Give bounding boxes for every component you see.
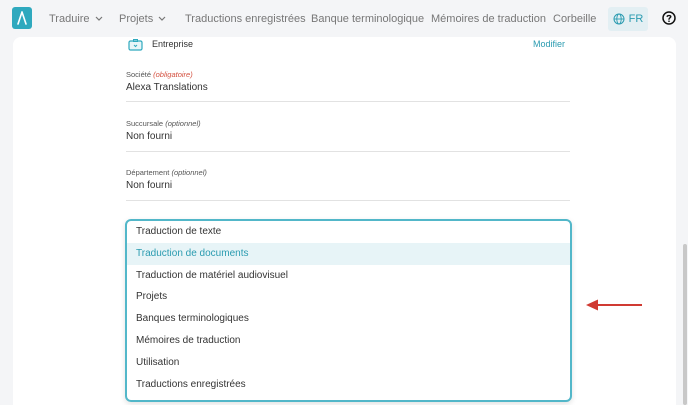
nav-item-label: Traduire bbox=[49, 12, 90, 25]
optional-tag: (optionnel) bbox=[171, 168, 207, 177]
nav-item-traductions-enregistrees[interactable]: Traductions enregistrées bbox=[185, 0, 306, 37]
logo-icon bbox=[17, 11, 27, 25]
section-title: Entreprise bbox=[152, 39, 194, 49]
field-label-text: Département bbox=[126, 168, 170, 177]
annotation-arrow-icon bbox=[586, 299, 642, 311]
company-field-value[interactable]: Alexa Translations bbox=[126, 82, 208, 93]
dropdown-option[interactable]: Projets bbox=[127, 286, 570, 308]
optional-tag: (optionnel) bbox=[165, 119, 201, 128]
help-button[interactable] bbox=[662, 11, 676, 25]
branch-field-label: Succursale (optionnel) bbox=[126, 119, 201, 128]
company-icon bbox=[128, 39, 143, 51]
app-logo[interactable] bbox=[12, 7, 32, 29]
nav-item-label: Corbeille bbox=[553, 12, 597, 25]
dropdown-option[interactable]: Traduction de texte bbox=[127, 221, 570, 243]
help-icon bbox=[662, 11, 676, 25]
field-label-text: Succursale bbox=[126, 119, 164, 128]
field-divider bbox=[126, 151, 570, 152]
dropdown-option[interactable]: Traduction de matériel audiovisuel bbox=[127, 265, 570, 287]
language-code: FR bbox=[628, 13, 644, 25]
dropdown-option-highlighted[interactable]: Traduction de documents bbox=[127, 242, 570, 265]
dropdown-option[interactable]: Traductions enregistrées bbox=[127, 374, 570, 396]
nav-item-memoires-de-traduction[interactable]: Mémoires de traduction bbox=[431, 0, 546, 37]
field-label-text: Société bbox=[126, 70, 152, 79]
scrollbar[interactable] bbox=[683, 244, 687, 405]
nav-item-label: Banque terminologique bbox=[311, 12, 425, 25]
globe-icon bbox=[613, 13, 625, 25]
required-tag: (obligatoire) bbox=[153, 70, 193, 79]
nav-item-corbeille[interactable]: Corbeille bbox=[553, 0, 596, 37]
department-field-label: Département (optionnel) bbox=[126, 168, 207, 177]
nav-item-projets[interactable]: Projets bbox=[119, 0, 166, 37]
language-selector[interactable]: FR bbox=[608, 7, 648, 31]
nav-item-banque-terminologique[interactable]: Banque terminologique bbox=[311, 0, 424, 37]
nav-item-traduire[interactable]: Traduire bbox=[49, 0, 103, 37]
dropdown-option[interactable]: Banques terminologiques bbox=[127, 308, 570, 330]
nav-item-label: Traductions enregistrées bbox=[185, 12, 306, 25]
nav-item-label: Projets bbox=[119, 12, 154, 25]
department-field-value[interactable]: Non fourni bbox=[126, 180, 172, 191]
chevron-down-icon bbox=[95, 16, 103, 21]
nav-item-label: Mémoires de traduction bbox=[431, 12, 546, 25]
dropdown-option[interactable]: Mémoires de traduction bbox=[127, 330, 570, 352]
page-selector-dropdown[interactable]: Traduction de texte Traduction de docume… bbox=[125, 219, 572, 402]
top-nav: Traduire Projets Traductions enregistrée… bbox=[0, 0, 688, 37]
field-divider bbox=[126, 101, 570, 102]
dropdown-option[interactable]: Utilisation bbox=[127, 352, 570, 374]
company-field-label: Société (obligatoire) bbox=[126, 70, 193, 79]
modify-link[interactable]: Modifier bbox=[533, 39, 565, 49]
field-divider bbox=[126, 200, 570, 201]
chevron-down-icon bbox=[158, 16, 166, 21]
branch-field-value[interactable]: Non fourni bbox=[126, 131, 172, 142]
